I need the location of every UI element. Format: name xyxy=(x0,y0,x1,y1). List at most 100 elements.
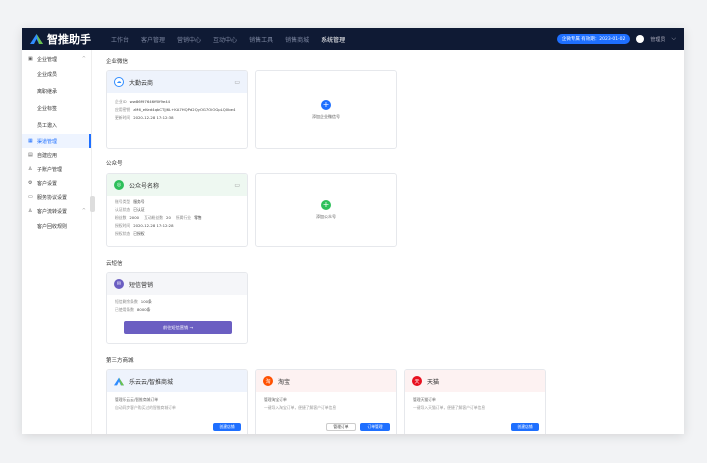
wecom-card: ☁ 大勤云商 ▭ 企业ID ww86f97646ff0f9e44 应用密钥 zM6_… xyxy=(106,70,248,149)
sidebar-item-recycle-rules[interactable]: 客户回收规则 xyxy=(22,218,91,235)
nav-item-interaction[interactable]: 互动中心 xyxy=(207,35,243,44)
mp-name: 公众号名称 xyxy=(129,182,160,190)
mp-row: 账号类型 服务号 xyxy=(115,199,145,204)
app-title: 智推助手 xyxy=(47,33,91,46)
sidebar-item-label: 自建应用 xyxy=(37,152,58,159)
mall-card-header: 淘 淘宝 xyxy=(256,370,396,392)
sidebar-item-resigned[interactable]: 离职继承 xyxy=(22,83,91,100)
top-bar: 智推助手 工作台 客户管理 营销中心 互动中心 销售工具 销售商城 系统管理 企… xyxy=(22,28,684,50)
sidebar-item-invite[interactable]: 员工邀入 xyxy=(22,117,91,134)
mall-name: 淘宝 xyxy=(278,378,291,386)
wecom-row: 更新时间 2020-12-28 17:12:38 xyxy=(115,115,174,120)
manage-orders-button[interactable]: 管理订单 xyxy=(326,423,356,431)
mall-title: 管理淘宝订单 xyxy=(264,397,287,402)
nav-item-mall[interactable]: 销售商城 xyxy=(279,35,315,44)
sidebar-item-channels[interactable]: ▦ 渠道管理 xyxy=(22,134,91,148)
chevron-down-icon[interactable]: ⌵ xyxy=(671,35,676,43)
gear-icon: ⚙ xyxy=(28,180,33,186)
mp-card-header: ◎ 公众号名称 ▭ xyxy=(107,174,247,196)
sidebar-item-customer-settings[interactable]: ⚙ 客户设置 xyxy=(22,176,91,190)
header-right: 企微专属 有效期：2023-01-02 管理员 ⌵ xyxy=(556,34,676,44)
section-title-mp: 公众号 xyxy=(106,161,123,167)
user-icon: ♙ xyxy=(28,166,33,172)
sidebar-item-members[interactable]: 企业成员 xyxy=(22,66,91,83)
user-name[interactable]: 管理员 xyxy=(650,36,665,43)
sidebar-item-label: 客户流转设置 xyxy=(37,208,68,215)
wecom-row: 应用密钥 zM6_eKed4qbCTJJ6L+KA7HQPd2QyOG7OiOGp… xyxy=(115,107,236,112)
sidebar-group-enterprise[interactable]: ▣ 企业管理 ^ xyxy=(22,52,91,66)
chevron-up-icon: ^ xyxy=(81,208,86,214)
apps-icon: ▤ xyxy=(28,152,33,158)
add-wecom-label: 添加企业微信号 xyxy=(312,113,340,119)
sidebar-item-label: 企业标签 xyxy=(37,106,58,112)
mall-name: 乐云云/智推商城 xyxy=(129,378,174,386)
add-wecom-button[interactable]: + 添加企业微信号 xyxy=(255,70,397,149)
edit-icon[interactable]: ▭ xyxy=(234,182,240,189)
mall-desc: 一键导入天猫订单，便捷了解客户订单信息 xyxy=(413,405,486,410)
sidebar-item-subaccounts[interactable]: ♙ 子账户管理 xyxy=(22,162,91,176)
leyun-logo-icon xyxy=(114,377,124,385)
main-content: 企业微信 ☁ 大勤云商 ▭ 企业ID ww86f97646ff0f9e44 应用密… xyxy=(102,50,684,434)
sidebar-item-label: 企业成员 xyxy=(37,72,58,78)
wecom-name: 大勤云商 xyxy=(129,79,154,87)
create-store-button[interactable]: 创建店铺 xyxy=(511,423,539,431)
nav-item-system[interactable]: 系统管理 xyxy=(315,35,351,44)
building-icon: ▣ xyxy=(28,56,33,62)
add-mp-label: 添加公众号 xyxy=(316,214,336,219)
sidebar-item-label: 渠道管理 xyxy=(37,138,58,145)
sidebar-item-label: 服务协议设置 xyxy=(37,194,68,201)
sms-row: 短信剩余条数 100条 xyxy=(115,299,152,304)
sidebar-item-agreement[interactable]: ▭ 服务协议设置 xyxy=(22,190,91,204)
app-logo[interactable]: 智推助手 xyxy=(30,31,91,47)
tmall-logo-icon: 天 xyxy=(412,376,422,386)
wechat-mp-icon: ◎ xyxy=(114,180,124,190)
plan-badge[interactable]: 企微专属 有效期：2023-01-02 xyxy=(556,34,631,44)
mall-card-tmall: 天 天猫 管理天猫订单 一键导入天猫订单，便捷了解客户订单信息 创建店铺 xyxy=(404,369,546,434)
app-window: 智推助手 工作台 客户管理 营销中心 互动中心 销售工具 销售商城 系统管理 企… xyxy=(22,28,684,434)
sidebar-collapse-handle[interactable] xyxy=(90,196,95,212)
sms-card-header: ✉ 短信营销 xyxy=(107,273,247,295)
mall-card-header: 乐云云/智推商城 xyxy=(107,370,247,392)
wecom-row: 企业ID ww86f97646ff0f9e44 xyxy=(115,99,171,104)
add-mp-button[interactable]: + 添加公众号 xyxy=(255,173,397,247)
mp-row: 授权时间 2020-12-28 17:12:28 xyxy=(115,223,174,228)
mp-row: 授权状态 已授权 xyxy=(115,231,145,236)
nav-item-marketing[interactable]: 营销中心 xyxy=(171,35,207,44)
edit-icon[interactable]: ▭ xyxy=(234,79,240,86)
nav-item-workbench[interactable]: 工作台 xyxy=(105,35,135,44)
cloud-icon: ☁ xyxy=(114,77,124,87)
plus-icon: + xyxy=(321,99,331,110)
mall-card-leyun: 乐云云/智推商城 管理乐云云/智推商城订单 自动同步客户购买过的智推商城订单 创… xyxy=(106,369,248,434)
avatar[interactable] xyxy=(636,35,645,43)
chevron-up-icon: ^ xyxy=(81,56,86,62)
grid-icon: ▦ xyxy=(28,138,33,144)
section-title-sms: 云短信 xyxy=(106,261,123,267)
sms-name: 短信营销 xyxy=(129,281,154,289)
mall-title: 管理天猫订单 xyxy=(413,397,436,402)
mp-row: 认证状态 已认证 xyxy=(115,207,145,212)
wecom-card-header: ☁ 大勤云商 ▭ xyxy=(107,71,247,93)
sms-card: ✉ 短信营销 短信剩余条数 100条 已使用条数 8000条 前往短信营销 → xyxy=(106,272,248,344)
sidebar-item-label: 员工邀入 xyxy=(37,123,58,129)
sidebar-item-label: 子账户管理 xyxy=(37,166,63,173)
sms-icon: ✉ xyxy=(114,279,124,289)
mp-card: ◎ 公众号名称 ▭ 账号类型 服务号 认证状态 已认证 粉丝数 2000 互动粉丝数 20… xyxy=(106,173,248,247)
monitor-icon: ▭ xyxy=(28,194,33,200)
nav-item-customers[interactable]: 客户管理 xyxy=(135,35,171,44)
order-management-button[interactable]: 订单管理 xyxy=(360,423,390,431)
nav-item-sales-tools[interactable]: 销售工具 xyxy=(243,35,279,44)
sidebar-group-transfer[interactable]: ♙ 客户流转设置 ^ xyxy=(22,204,91,218)
go-sms-marketing-button[interactable]: 前往短信营销 → xyxy=(124,321,232,334)
sidebar: ▣ 企业管理 ^ 企业成员 离职继承 企业标签 员工邀入 ▦ 渠道管理 ▤ 自建… xyxy=(22,50,92,434)
sidebar-item-label: 客户回收规则 xyxy=(37,224,68,230)
main-nav: 工作台 客户管理 营销中心 互动中心 销售工具 销售商城 系统管理 xyxy=(105,35,351,44)
create-store-button[interactable]: 创建店铺 xyxy=(213,423,241,431)
sidebar-item-apps[interactable]: ▤ 自建应用 xyxy=(22,148,91,162)
mall-name: 天猫 xyxy=(427,378,440,386)
user-icon: ♙ xyxy=(28,208,33,214)
section-title-mall: 第三方商城 xyxy=(106,358,134,364)
sidebar-group-label: 企业管理 xyxy=(37,56,58,63)
sidebar-item-tags[interactable]: 企业标签 xyxy=(22,100,91,117)
mall-card-taobao: 淘 淘宝 管理淘宝订单 一键导入淘宝订单，便捷了解客户订单信息 管理订单 订单管… xyxy=(255,369,397,434)
mall-card-header: 天 天猫 xyxy=(405,370,545,392)
